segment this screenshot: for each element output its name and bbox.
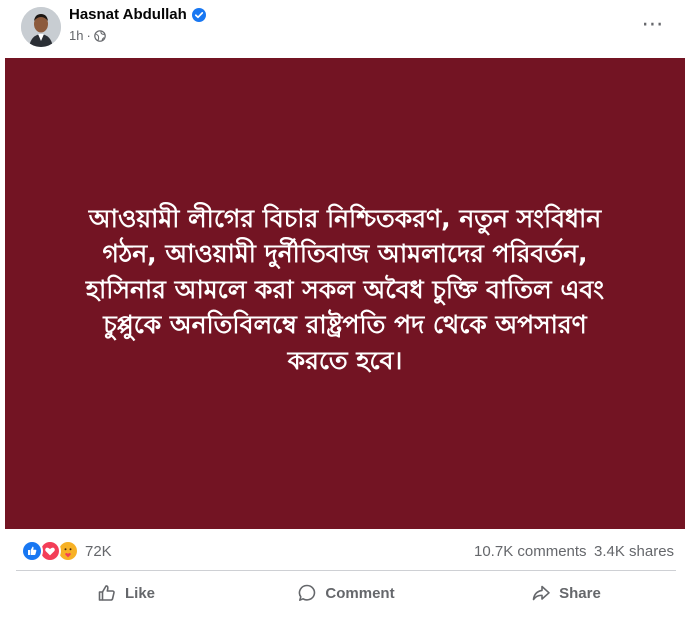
reactions-summary[interactable]: 72K xyxy=(21,540,112,562)
post-text-background[interactable]: আওয়ামী লীগের বিচার নিশ্চিতকরণ, নতুন সংব… xyxy=(5,58,685,529)
actions-divider xyxy=(16,570,676,571)
like-label: Like xyxy=(124,584,155,602)
post-text-line: আওয়ামী লীগের বিচার নিশ্চিতকরণ, নতুন সংব… xyxy=(88,203,602,233)
shares-count[interactable]: 3.4K shares xyxy=(594,543,674,560)
like-reaction-icon xyxy=(21,540,43,562)
author-avatar[interactable] xyxy=(21,7,61,47)
post-actions: Like Comment Share xyxy=(16,573,676,613)
share-arrow-icon xyxy=(532,585,550,601)
comment-label: Comment xyxy=(325,584,395,602)
separator-dot: · xyxy=(86,28,91,43)
post-text-line: চুপ্পুকে অনতিবিলম্বে রাষ্ট্রপতি পদ থেকে … xyxy=(103,310,587,340)
post-time[interactable]: 1h xyxy=(69,28,83,43)
more-options-icon: ⋯ xyxy=(641,11,665,36)
post-text-line: করতে হবে। xyxy=(287,345,403,375)
post-text-line: গঠন, আওয়ামী দুর্নীতিবাজ আমলাদের পরিবর্ত… xyxy=(102,239,588,269)
more-options-button[interactable]: ⋯ xyxy=(638,12,668,36)
share-label: Share xyxy=(559,584,601,602)
globe-icon[interactable] xyxy=(94,29,106,42)
author-name[interactable]: Hasnat Abdullah xyxy=(69,6,187,23)
post-text: আওয়ামী লীগের বিচার নিশ্চিতকরণ, নতুন সংব… xyxy=(45,201,645,379)
comment-button[interactable]: Comment xyxy=(236,573,456,613)
post-stats: 72K 10.7K comments 3.4K shares xyxy=(0,537,686,563)
post-meta: 1h · xyxy=(69,28,106,43)
post-text-line: হাসিনার আমলে করা সকল অবৈধ চুক্তি বাতিল এ… xyxy=(85,274,605,304)
share-button[interactable]: Share xyxy=(456,573,676,613)
author-row: Hasnat Abdullah xyxy=(69,6,206,23)
like-button[interactable]: Like xyxy=(16,573,236,613)
post-header: Hasnat Abdullah 1h · ⋯ xyxy=(0,0,686,56)
avatar-image xyxy=(21,7,61,47)
thumbs-up-icon xyxy=(98,585,115,601)
reactions-count[interactable]: 72K xyxy=(85,543,112,560)
comments-count[interactable]: 10.7K comments xyxy=(474,543,587,560)
comment-icon xyxy=(299,584,316,601)
verified-badge-icon xyxy=(191,7,206,22)
